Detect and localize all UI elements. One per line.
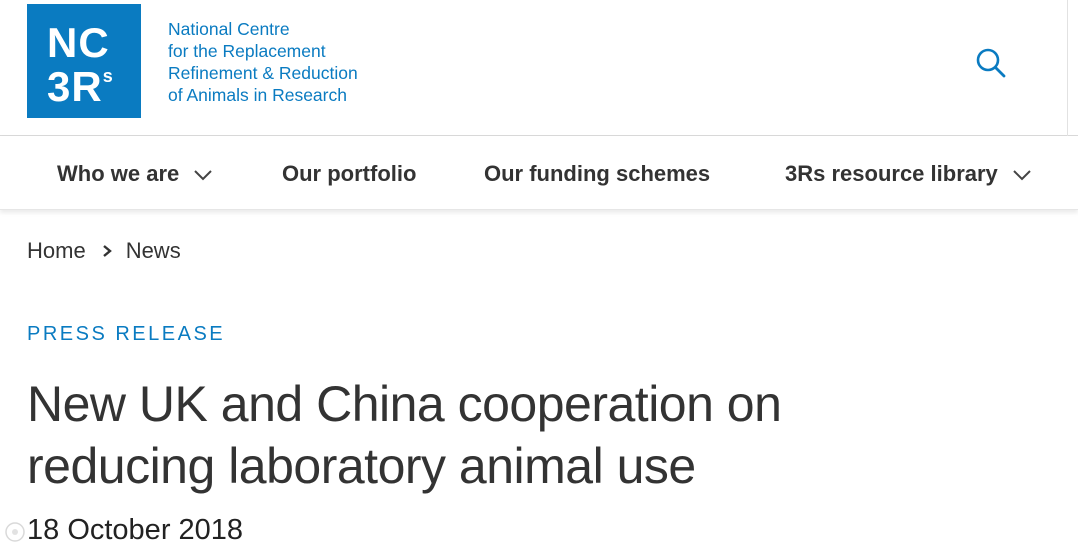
logo-line-1: NC	[47, 19, 110, 66]
nav-item-who-we-are[interactable]: Who we are	[57, 160, 213, 188]
breadcrumb-news[interactable]: News	[126, 238, 181, 264]
nav-item-label: Our funding schemes	[484, 161, 711, 186]
search-icon	[976, 48, 1006, 78]
site-header: NC 3Rs National Centre for the Replaceme…	[0, 0, 1078, 136]
chevron-down-icon	[193, 161, 213, 187]
search-button[interactable]	[972, 44, 1012, 84]
logo-line-2-text: 3R	[47, 63, 103, 110]
page: NC 3Rs National Centre for the Replaceme…	[0, 0, 1078, 556]
breadcrumb: Home News	[27, 238, 181, 264]
chevron-down-icon	[1012, 161, 1032, 187]
article-title-line-2: reducing laboratory animal use	[27, 438, 696, 494]
logo-line-2: 3Rs	[47, 66, 114, 108]
header-divider	[1067, 0, 1068, 136]
article-title-line-1: New UK and China cooperation on	[27, 376, 782, 432]
org-name-line-4: of Animals in Research	[168, 85, 347, 105]
main-nav: Who we are Our portfolio Our funding sch…	[0, 136, 1078, 210]
org-name[interactable]: National Centre for the Replacement Refi…	[168, 18, 358, 106]
watermark-icon	[4, 521, 26, 543]
nav-item-label: Our portfolio	[282, 161, 417, 186]
nc3rs-logo[interactable]: NC 3Rs	[27, 4, 141, 118]
article-kicker: PRESS RELEASE	[27, 323, 226, 345]
org-name-line-3: Refinement & Reduction	[168, 63, 358, 83]
logo-superscript: s	[102, 66, 114, 86]
org-name-line-2: for the Replacement	[168, 41, 326, 61]
nav-item-3rs-resource-library[interactable]: 3Rs resource library	[785, 160, 1032, 188]
nav-item-our-portfolio[interactable]: Our portfolio	[282, 160, 416, 188]
nav-item-label: Who we are	[57, 161, 180, 186]
article-title: New UK and China cooperation on reducing…	[27, 373, 1027, 497]
org-name-line-1: National Centre	[168, 19, 290, 39]
article-date: 18 October 2018	[27, 514, 244, 546]
nav-item-our-funding-schemes[interactable]: Our funding schemes	[484, 160, 710, 188]
nav-item-label: 3Rs resource library	[785, 161, 998, 186]
chevron-right-icon	[102, 238, 112, 264]
breadcrumb-home[interactable]: Home	[27, 238, 86, 264]
